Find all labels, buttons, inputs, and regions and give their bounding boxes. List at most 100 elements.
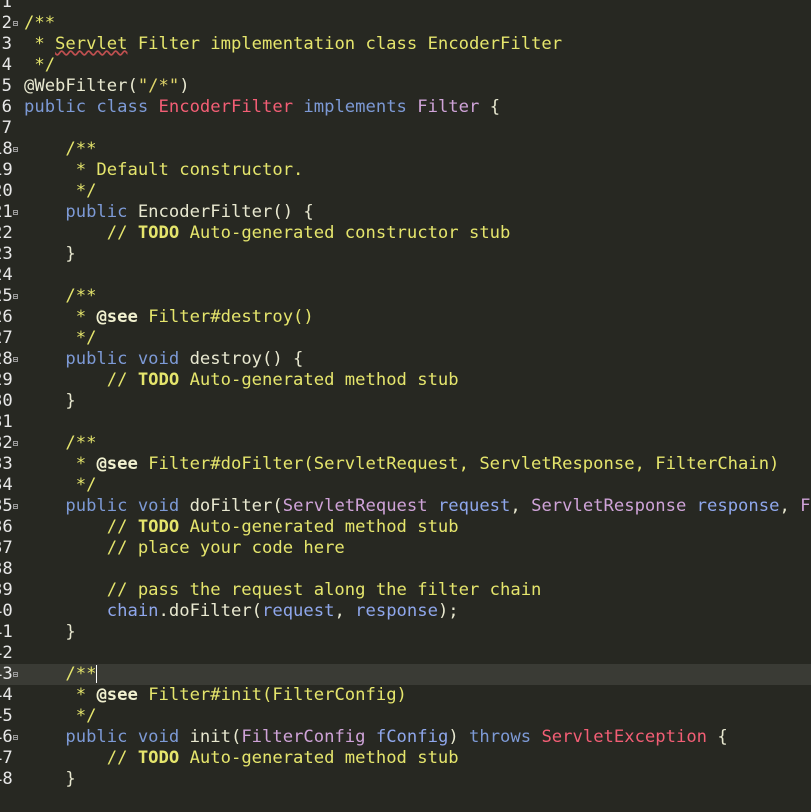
code-line[interactable]: 39 // pass the request along the filter … — [0, 580, 811, 601]
line-number: 6 — [1, 97, 12, 117]
line-number: 31 — [0, 412, 13, 432]
code-token: response — [686, 496, 780, 516]
code-token: destroy() { — [189, 349, 304, 369]
code-token: * — [24, 685, 97, 705]
code-line[interactable]: 38 — [0, 559, 811, 580]
code-token: Auto-generated method stub — [179, 748, 459, 768]
code-token: { — [479, 97, 501, 117]
fold-toggle-icon[interactable] — [13, 210, 18, 215]
fold-toggle-icon[interactable] — [13, 672, 18, 677]
code-line[interactable]: 41 } — [0, 622, 811, 643]
code-line[interactable]: 5 @WebFilter("/*") — [0, 76, 811, 97]
code-line[interactable]: 35 public void doFilter(ServletRequest r… — [0, 496, 811, 517]
fold-toggle-icon[interactable] — [13, 21, 18, 26]
code-text: * Servlet Filter implementation class En… — [24, 34, 562, 55]
line-number: 42 — [0, 643, 13, 663]
code-line[interactable]: 44 * @see Filter#init(FilterConfig) — [0, 685, 811, 706]
code-line[interactable]: 2 /** — [0, 13, 811, 34]
code-line[interactable]: 42 — [0, 643, 811, 664]
code-token: ); — [437, 601, 459, 621]
code-token: ServletResponse — [531, 496, 687, 516]
code-editor[interactable]: 1 2/** 3 * Servlet Filter implementation c… — [0, 0, 811, 812]
code-line[interactable]: 43 /** — [0, 664, 811, 685]
code-line[interactable]: 32 /** — [0, 433, 811, 454]
line-number: 25 — [0, 286, 13, 306]
code-text: */ — [24, 55, 55, 76]
line-number: 46 — [0, 727, 13, 747]
code-line[interactable]: 27 */ — [0, 328, 811, 349]
code-line[interactable]: 33 * @see Filter#doFilter(ServletRequest… — [0, 454, 811, 475]
code-token: @see — [96, 454, 138, 474]
line-number: 27 — [0, 328, 13, 348]
code-line[interactable]: 48 } — [0, 769, 811, 790]
fold-toggle-icon[interactable] — [13, 504, 18, 509]
code-text: */ — [24, 328, 97, 349]
line-number: 33 — [0, 454, 13, 474]
fold-toggle-icon[interactable] — [13, 735, 18, 740]
code-token: */ — [24, 328, 97, 348]
code-line[interactable]: 36 // TODO Auto-generated method stub — [0, 517, 811, 538]
code-line[interactable]: 18 /** — [0, 139, 811, 160]
line-number: 22 — [0, 223, 13, 243]
code-token: ServletException — [541, 727, 708, 747]
code-line[interactable]: 6 public class EncoderFilter implements F… — [0, 97, 811, 118]
code-line[interactable]: 21 public EncoderFilter() { — [0, 202, 811, 223]
code-text: // TODO Auto-generated constructor stub — [24, 223, 511, 244]
code-token: * — [24, 307, 97, 327]
code-token: EncoderFilter — [158, 97, 294, 117]
code-token: Filter — [417, 97, 480, 117]
fold-toggle-icon[interactable] — [13, 441, 18, 446]
line-number: 35 — [0, 496, 13, 516]
code-token: /** — [24, 286, 97, 306]
code-token: /** — [24, 13, 56, 33]
code-token: chain — [24, 601, 159, 621]
code-line[interactable]: 34 */ — [0, 475, 811, 496]
fold-toggle-icon[interactable] — [13, 357, 18, 362]
fold-toggle-icon[interactable] — [13, 147, 18, 152]
fold-toggle-icon[interactable] — [13, 294, 18, 299]
code-token: ) — [179, 76, 190, 96]
line-number: 39 — [0, 580, 13, 600]
code-line[interactable]: 37 // place your code here — [0, 538, 811, 559]
line-number: 20 — [0, 181, 13, 201]
line-number: 32 — [0, 433, 13, 453]
code-token: Auto-generated method stub — [179, 517, 459, 537]
code-line[interactable]: 3 * Servlet Filter implementation class … — [0, 34, 811, 55]
code-token: } — [24, 244, 76, 264]
code-line[interactable]: 22 // TODO Auto-generated constructor st… — [0, 223, 811, 244]
code-line[interactable]: 28 public void destroy() { — [0, 349, 811, 370]
code-token: { — [707, 727, 728, 747]
code-text: } — [24, 769, 75, 790]
code-line[interactable]: 23 } — [0, 244, 811, 265]
line-number: 5 — [1, 76, 12, 96]
code-token: // — [24, 517, 138, 537]
code-token: implements — [293, 97, 418, 117]
code-line[interactable]: 20 */ — [0, 181, 811, 202]
code-line[interactable]: 26 * @see Filter#destroy() — [0, 307, 811, 328]
code-token: // — [24, 748, 138, 768]
code-line[interactable]: 47 // TODO Auto-generated method stub — [0, 748, 811, 769]
code-line[interactable]: 24 — [0, 265, 811, 286]
code-line[interactable]: 4 */ — [0, 55, 811, 76]
code-text: public void doFilter(ServletRequest requ… — [24, 496, 811, 517]
code-token: // — [24, 223, 138, 243]
code-token: } — [24, 622, 76, 642]
code-token: , — [510, 496, 532, 516]
code-line[interactable]: 29 // TODO Auto-generated method stub — [0, 370, 811, 391]
code-line[interactable]: 31 — [0, 412, 811, 433]
code-token: Auto-generated method stub — [179, 370, 459, 390]
line-number: 24 — [0, 265, 13, 285]
code-token: ServletRequest — [282, 496, 428, 516]
code-token: Filter implementation class EncoderFilte… — [127, 34, 563, 54]
code-line[interactable]: 25 /** — [0, 286, 811, 307]
code-line[interactable]: 1 — [0, 0, 811, 13]
code-line[interactable]: 19 * Default constructor. — [0, 160, 811, 181]
code-line[interactable]: 46 public void init(FilterConfig fConfig… — [0, 727, 811, 748]
code-line[interactable]: 40 chain.doFilter(request, response); — [0, 601, 811, 622]
line-number: 38 — [0, 559, 13, 579]
code-line[interactable]: 30 } — [0, 391, 811, 412]
code-line[interactable]: 7 — [0, 118, 811, 139]
code-text: } — [24, 622, 76, 643]
code-line[interactable]: 45 */ — [0, 706, 811, 727]
line-number: 1 — [1, 0, 12, 12]
